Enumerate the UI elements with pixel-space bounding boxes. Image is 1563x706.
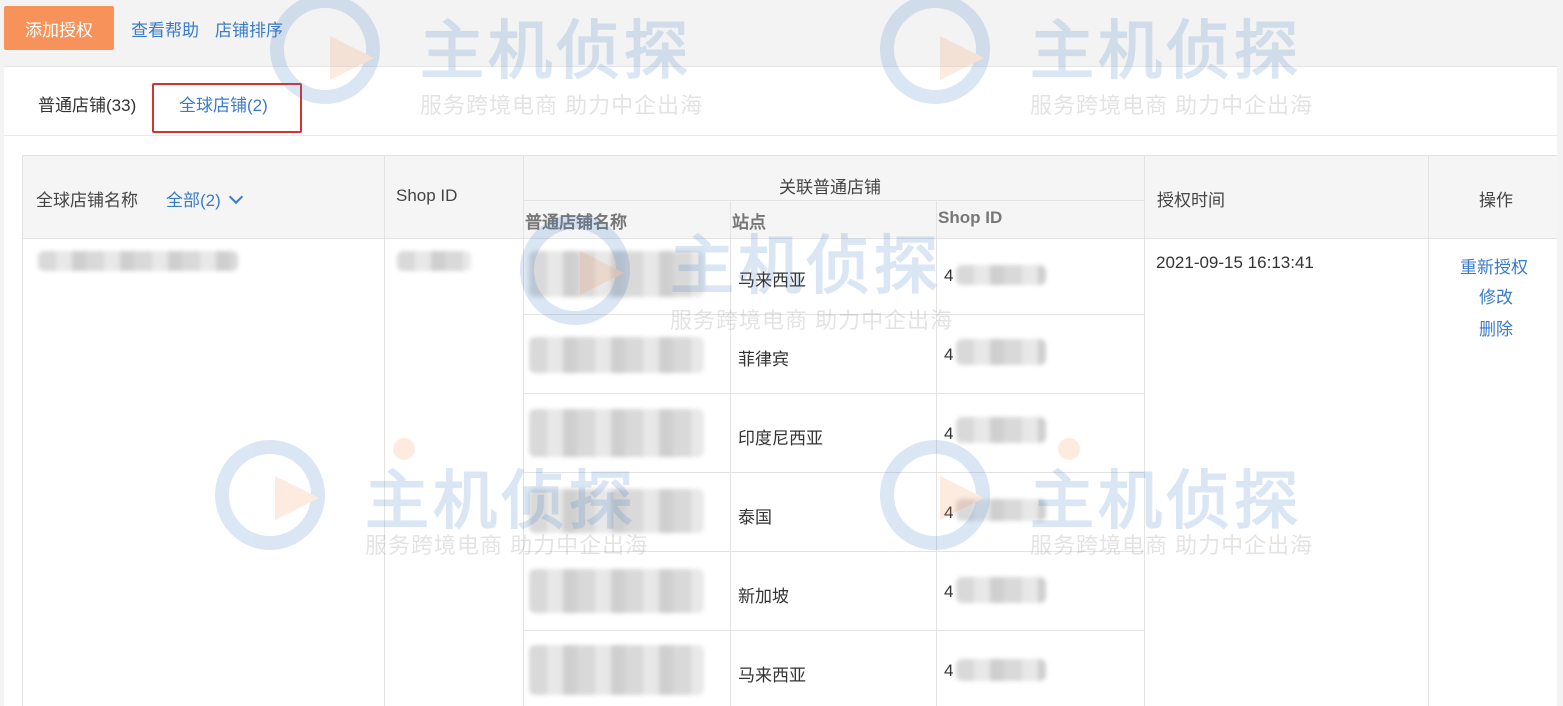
edit-link[interactable]: 修改 — [1479, 283, 1513, 308]
delete-link[interactable]: 删除 — [1479, 315, 1513, 340]
col-divider — [22, 155, 23, 706]
blurred-sub-shop-id — [956, 339, 1046, 365]
blurred-sub-shop-name — [529, 409, 704, 457]
filter-label: 全部(2) — [166, 191, 221, 210]
header-linked-shops: 关联普通店铺 — [779, 178, 881, 197]
shop-id-prefix: 4 — [944, 661, 954, 680]
tab-global-shops[interactable]: 全球店铺(2) — [179, 91, 268, 116]
site-cell: 马来西亚 — [738, 666, 806, 685]
reauthorize-link[interactable]: 重新授权 — [1460, 253, 1528, 278]
header-global-shop-name: 全球店铺名称 — [36, 191, 138, 210]
tab-normal-shops[interactable]: 普通店铺(33) — [38, 91, 136, 116]
blurred-sub-shop-id — [956, 265, 1046, 285]
col-divider — [523, 155, 524, 706]
shop-id-prefix: 4 — [944, 582, 954, 601]
blurred-sub-shop-id — [956, 659, 1046, 681]
top-toolbar: 添加授权 查看帮助 店铺排序 — [0, 0, 1563, 66]
main-panel: 普通店铺(33) 全球店铺(2) 全球店铺名称 全部(2) Shop ID 关联… — [4, 66, 1557, 706]
view-help-link[interactable]: 查看帮助 — [131, 16, 199, 41]
blurred-global-shop-id — [397, 251, 471, 271]
filter-dropdown[interactable]: 全部(2) — [166, 186, 243, 211]
blurred-sub-shop-name — [529, 569, 704, 613]
blurred-sub-shop-name — [529, 645, 704, 695]
row-divider — [523, 630, 1144, 631]
header-sub-site: 站点 — [732, 213, 766, 232]
site-cell: 新加坡 — [738, 587, 789, 606]
blurred-sub-shop-name — [529, 251, 704, 297]
site-cell: 菲律宾 — [738, 350, 789, 369]
shop-id-prefix: 4 — [944, 424, 954, 443]
auth-time-cell: 2021-09-15 16:13:41 — [1156, 253, 1314, 272]
chevron-down-icon — [228, 189, 243, 205]
header-sub-shop-id: Shop ID — [938, 208, 1003, 227]
col-divider — [1428, 155, 1429, 706]
site-cell: 印度尼西亚 — [738, 429, 823, 448]
blurred-sub-shop-name — [529, 337, 704, 373]
header-divider — [523, 200, 1145, 201]
add-authorization-button[interactable]: 添加授权 — [4, 6, 114, 50]
blurred-sub-shop-name — [529, 489, 704, 533]
header-shop-id: Shop ID — [396, 186, 458, 205]
header-auth-time: 授权时间 — [1157, 191, 1225, 210]
header-sub-shop-name: 普通店铺名称 — [525, 213, 627, 232]
blurred-sub-shop-id — [956, 417, 1046, 443]
row-divider — [523, 472, 1144, 473]
header-actions: 操作 — [1479, 191, 1513, 210]
blurred-sub-shop-id — [956, 577, 1046, 603]
tab-bar: 普通店铺(33) 全球店铺(2) — [4, 67, 1557, 136]
col-divider — [384, 155, 385, 706]
shop-id-prefix: 4 — [944, 266, 954, 285]
blurred-sub-shop-id — [956, 499, 1046, 521]
shop-sort-link[interactable]: 店铺排序 — [215, 16, 283, 41]
site-cell: 马来西亚 — [738, 271, 806, 290]
row-divider — [523, 551, 1144, 552]
row-divider — [523, 314, 1144, 315]
shop-id-prefix: 4 — [944, 345, 954, 364]
table-header: 全球店铺名称 全部(2) Shop ID 关联普通店铺 普通店铺名称 站点 Sh… — [22, 155, 1557, 239]
row-divider — [523, 393, 1144, 394]
col-divider — [1144, 155, 1145, 706]
site-cell: 泰国 — [738, 508, 772, 527]
blurred-global-shop-name — [38, 251, 238, 271]
shop-id-prefix: 4 — [944, 503, 954, 522]
